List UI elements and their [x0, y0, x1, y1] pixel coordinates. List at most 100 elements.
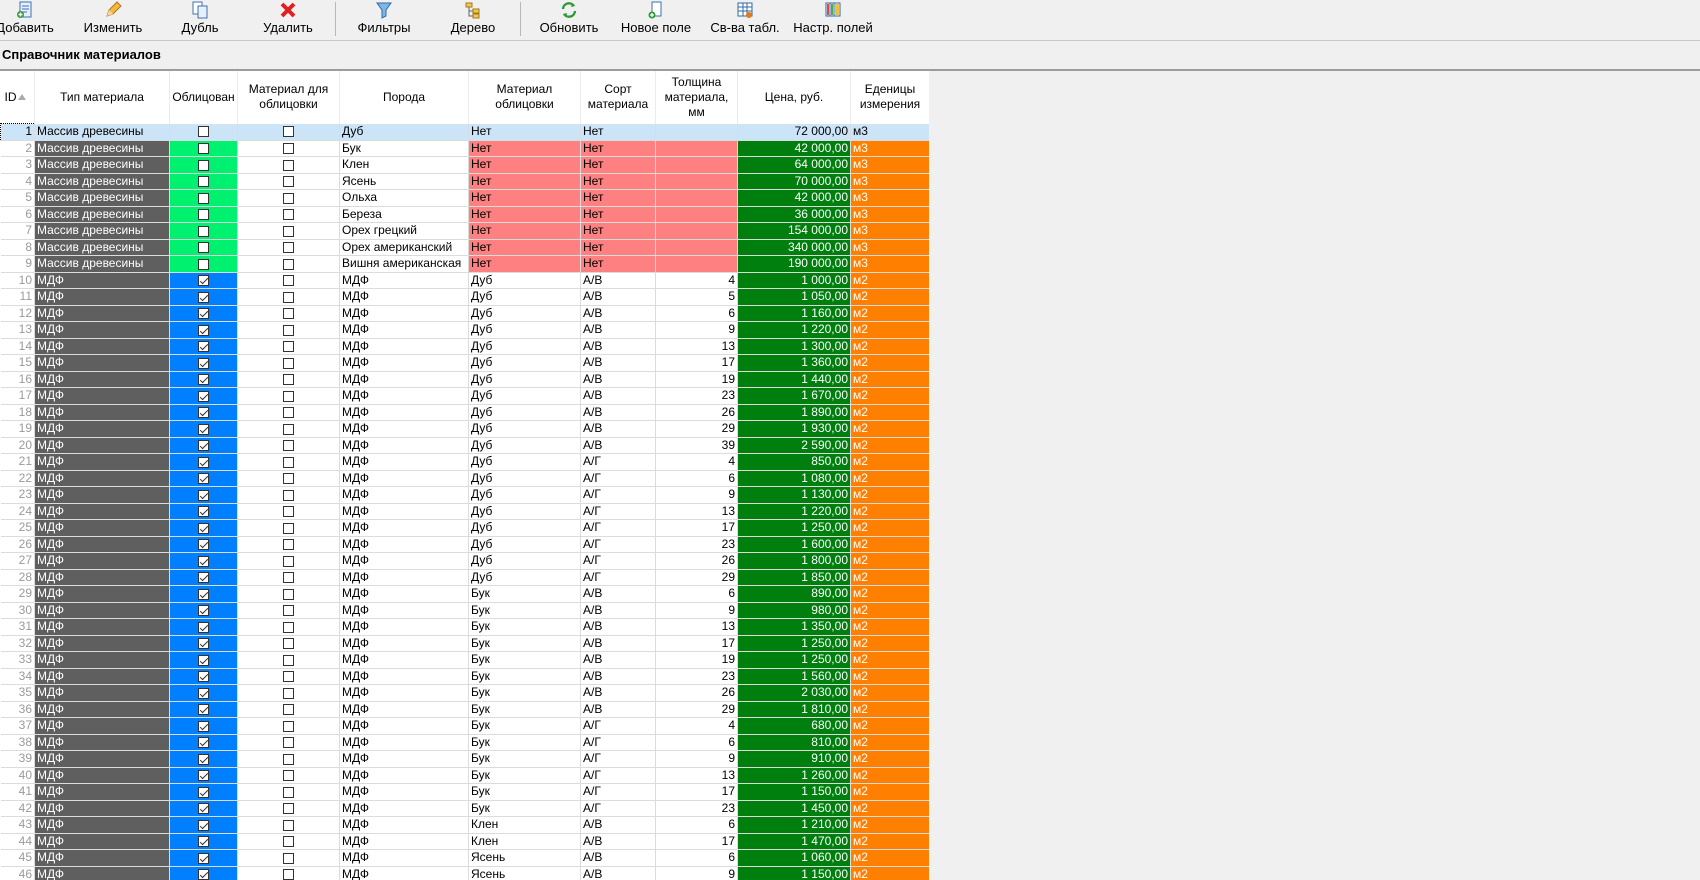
cell-id[interactable]: 4 — [0, 173, 35, 190]
table-row[interactable]: 23 МДФ МДФ Дуб А/Г 9 1 130,00 м2 — [0, 486, 929, 504]
table-row[interactable]: 20 МДФ МДФ Дуб А/В 39 2 590,00 м2 — [0, 437, 929, 454]
cell-id[interactable]: 41 — [0, 783, 35, 801]
cell-unit[interactable]: м2 — [850, 800, 929, 817]
cell-material-type[interactable]: МДФ — [34, 486, 170, 504]
cell-material-type[interactable]: МДФ — [34, 420, 170, 438]
cell-grade[interactable]: Нет — [580, 206, 656, 223]
cell-clad[interactable] — [169, 519, 238, 537]
cell-cladding-material-flag[interactable] — [237, 701, 340, 718]
clad-checkbox[interactable] — [198, 242, 209, 254]
cell-material-type[interactable]: МДФ — [34, 585, 170, 603]
cell-breed[interactable]: МДФ — [339, 503, 469, 520]
cell-id[interactable]: 42 — [0, 800, 35, 817]
cell-unit[interactable]: м3 — [850, 222, 929, 240]
cell-thickness[interactable] — [655, 255, 738, 273]
cell-cladding-material-flag[interactable] — [237, 717, 340, 735]
cell-material-type[interactable]: МДФ — [34, 734, 170, 751]
table-row[interactable]: 32 МДФ МДФ Бук А/В 17 1 250,00 м2 — [0, 635, 929, 652]
cell-price[interactable]: 1 800,00 — [737, 552, 851, 570]
cell-grade[interactable]: А/Г — [580, 503, 656, 520]
cell-material-type[interactable]: МДФ — [34, 618, 170, 636]
cell-cladding-material-flag[interactable] — [237, 338, 340, 355]
cell-grade[interactable]: А/В — [580, 635, 656, 652]
cell-breed[interactable]: МДФ — [339, 701, 469, 718]
cladding-material-checkbox[interactable] — [283, 473, 294, 485]
cell-price[interactable]: 1 930,00 — [737, 420, 851, 438]
cladding-material-checkbox[interactable] — [283, 291, 294, 303]
cell-cladding-material[interactable]: Дуб — [468, 486, 581, 504]
cell-price[interactable]: 1 300,00 — [737, 338, 851, 355]
cell-cladding-material[interactable]: Дуб — [468, 420, 581, 438]
cell-price[interactable]: 1 050,00 — [737, 288, 851, 306]
cell-material-type[interactable]: МДФ — [34, 800, 170, 817]
cell-material-type[interactable]: МДФ — [34, 354, 170, 372]
cell-id[interactable]: 35 — [0, 684, 35, 702]
cell-price[interactable]: 1 560,00 — [737, 668, 851, 685]
clad-checkbox[interactable] — [198, 522, 209, 534]
cell-cladding-material[interactable]: Бук — [468, 651, 581, 669]
cell-unit[interactable]: м2 — [850, 305, 929, 322]
cell-grade[interactable]: Нет — [580, 140, 656, 157]
cell-clad[interactable] — [169, 783, 238, 801]
cell-grade[interactable]: Нет — [580, 123, 656, 141]
cell-breed[interactable]: МДФ — [339, 305, 469, 322]
cell-id[interactable]: 14 — [0, 338, 35, 355]
cell-material-type[interactable]: МДФ — [34, 437, 170, 454]
cladding-material-checkbox[interactable] — [283, 605, 294, 617]
cell-id[interactable]: 25 — [0, 519, 35, 537]
tree-button[interactable]: Дерево — [440, 0, 506, 40]
cladding-material-checkbox[interactable] — [283, 786, 294, 798]
cell-id[interactable]: 17 — [0, 387, 35, 405]
cell-unit[interactable]: м2 — [850, 486, 929, 504]
cladding-material-checkbox[interactable] — [283, 341, 294, 353]
cell-cladding-material[interactable]: Бук — [468, 800, 581, 817]
cell-price[interactable]: 72 000,00 — [737, 123, 851, 141]
cell-price[interactable]: 850,00 — [737, 453, 851, 471]
cell-thickness[interactable]: 5 — [655, 288, 738, 306]
table-row[interactable]: 29 МДФ МДФ Бук А/В 6 890,00 м2 — [0, 585, 929, 603]
cell-id[interactable]: 43 — [0, 816, 35, 834]
cell-breed[interactable]: МДФ — [339, 552, 469, 570]
cell-grade[interactable]: А/В — [580, 338, 656, 355]
clad-checkbox[interactable] — [198, 819, 209, 831]
cladding-material-checkbox[interactable] — [283, 209, 294, 221]
cell-unit[interactable]: м2 — [850, 437, 929, 454]
cell-clad[interactable] — [169, 503, 238, 520]
cell-id[interactable]: 39 — [0, 750, 35, 768]
cell-cladding-material[interactable]: Бук — [468, 585, 581, 603]
cell-clad[interactable] — [169, 767, 238, 784]
cell-cladding-material[interactable]: Ясень — [468, 866, 581, 880]
cell-price[interactable]: 154 000,00 — [737, 222, 851, 240]
column-header-thickness[interactable]: Толщина материала, мм — [655, 71, 738, 124]
cladding-material-checkbox[interactable] — [283, 621, 294, 633]
cell-material-type[interactable]: Массив древесины — [34, 206, 170, 223]
cell-breed[interactable]: Береза — [339, 206, 469, 223]
table-row[interactable]: 35 МДФ МДФ Бук А/В 26 2 030,00 м2 — [0, 684, 929, 702]
cell-cladding-material[interactable]: Нет — [468, 173, 581, 190]
cell-clad[interactable] — [169, 222, 238, 240]
cell-price[interactable]: 1 350,00 — [737, 618, 851, 636]
cell-unit[interactable]: м2 — [850, 668, 929, 685]
table-row[interactable]: 44 МДФ МДФ Клен А/В 17 1 470,00 м2 — [0, 833, 929, 850]
cell-breed[interactable]: МДФ — [339, 602, 469, 619]
cell-thickness[interactable] — [655, 156, 738, 174]
clad-checkbox[interactable] — [198, 423, 209, 435]
cladding-material-checkbox[interactable] — [283, 407, 294, 419]
cell-clad[interactable] — [169, 387, 238, 405]
table-row[interactable]: 33 МДФ МДФ Бук А/В 19 1 250,00 м2 — [0, 651, 929, 669]
cell-breed[interactable]: Вишня американская — [339, 255, 469, 273]
cell-cladding-material[interactable]: Дуб — [468, 305, 581, 322]
cell-cladding-material[interactable]: Дуб — [468, 470, 581, 487]
cell-grade[interactable]: А/В — [580, 404, 656, 421]
cell-price[interactable]: 1 450,00 — [737, 800, 851, 817]
cladding-material-checkbox[interactable] — [283, 357, 294, 369]
cell-breed[interactable]: МДФ — [339, 717, 469, 735]
cell-price[interactable]: 42 000,00 — [737, 140, 851, 157]
column-header-unit[interactable]: Еденицы измерения — [850, 71, 929, 124]
cell-id[interactable]: 32 — [0, 635, 35, 652]
cell-clad[interactable] — [169, 585, 238, 603]
cell-clad[interactable] — [169, 156, 238, 174]
cell-cladding-material[interactable]: Нет — [468, 123, 581, 141]
table-row[interactable]: 3 Массив древесины Клен Нет Нет 64 000,00 м3 — [0, 156, 929, 174]
cell-grade[interactable]: А/В — [580, 371, 656, 388]
